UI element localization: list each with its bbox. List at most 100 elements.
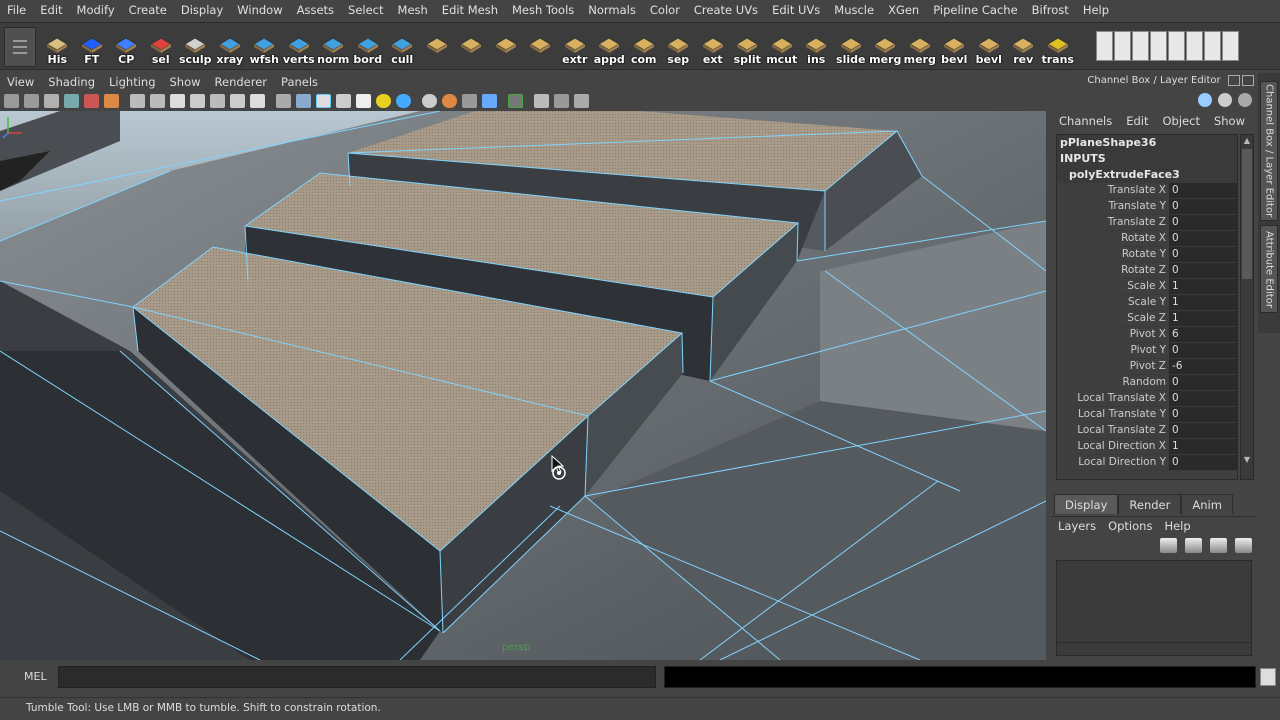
channel-label[interactable]: Pivot Z — [1057, 359, 1169, 374]
channel-value[interactable]: 1 — [1169, 279, 1237, 294]
channel-label[interactable]: Random — [1057, 375, 1169, 390]
shelf-tool-poly-sphere[interactable] — [489, 27, 524, 67]
channel-row-translate-y[interactable]: Translate Y0 — [1057, 199, 1237, 215]
channel-value[interactable]: 0 — [1169, 343, 1237, 358]
script-language-label[interactable]: MEL — [12, 663, 56, 691]
textured-icon[interactable] — [356, 94, 371, 108]
speed-icon[interactable] — [1218, 93, 1232, 107]
panel-menu-shading[interactable]: Shading — [41, 75, 102, 89]
camera-attributes-icon[interactable] — [24, 94, 39, 108]
shelf-tool-FT[interactable]: FT — [75, 27, 110, 67]
channel-menu-edit[interactable]: Edit — [1119, 114, 1155, 130]
lights-icon[interactable] — [376, 94, 391, 108]
2d-pan-zoom-icon[interactable] — [84, 94, 99, 108]
menu-edit[interactable]: Edit — [33, 3, 69, 17]
menu-modify[interactable]: Modify — [70, 3, 122, 17]
channel-row-rotate-x[interactable]: Rotate X0 — [1057, 231, 1237, 247]
shelf-tool-verts[interactable]: verts — [282, 27, 317, 67]
channel-label[interactable]: Rotate X — [1057, 231, 1169, 246]
hyper-icon[interactable] — [1238, 93, 1252, 107]
channel-row-local-translate-y[interactable]: Local Translate Y0 — [1057, 407, 1237, 423]
bookmarks-icon[interactable] — [44, 94, 59, 108]
channel-value[interactable]: 0 — [1169, 407, 1237, 422]
layer-list[interactable] — [1056, 560, 1252, 654]
shelf-tool-poly-cylinder[interactable] — [523, 27, 558, 67]
channel-label[interactable]: Local Translate X — [1057, 391, 1169, 406]
layout-stack-icon[interactable] — [1168, 31, 1185, 61]
panel-menu-renderer[interactable]: Renderer — [208, 75, 275, 89]
shelf-tool-sculp[interactable]: sculp — [178, 27, 213, 67]
channel-menu-show[interactable]: Show — [1207, 114, 1252, 130]
layout-outliner-icon[interactable] — [1150, 31, 1167, 61]
panel-menu-lighting[interactable]: Lighting — [102, 75, 162, 89]
shelf-tool-slide[interactable]: slide — [834, 27, 869, 67]
channel-label[interactable]: Pivot X — [1057, 327, 1169, 342]
shelf-tool-poly-plane[interactable] — [420, 27, 455, 67]
shelf-tool-merg[interactable]: merg — [868, 27, 903, 67]
close-window-icon[interactable] — [1242, 75, 1254, 86]
menu-pipeline-cache[interactable]: Pipeline Cache — [926, 3, 1024, 17]
safe-title-icon[interactable] — [250, 94, 265, 108]
menu-help[interactable]: Help — [1076, 3, 1116, 17]
panel-menu-panels[interactable]: Panels — [274, 75, 325, 89]
tab-render[interactable]: Render — [1118, 494, 1182, 514]
channel-label[interactable]: Rotate Z — [1057, 263, 1169, 278]
layout-two-icon[interactable] — [1132, 31, 1149, 61]
channel-label[interactable]: Rotate Y — [1057, 247, 1169, 262]
channel-value[interactable]: 0 — [1169, 215, 1237, 230]
layer-menu-options[interactable]: Options — [1102, 517, 1158, 534]
channel-label[interactable]: Pivot Y — [1057, 343, 1169, 358]
menu-mesh-tools[interactable]: Mesh Tools — [505, 3, 581, 17]
grid-icon[interactable] — [130, 94, 145, 108]
smooth-shade-icon[interactable] — [296, 94, 311, 108]
shelf-tool-bevl[interactable]: bevl — [937, 27, 972, 67]
layout-hypershade-icon[interactable] — [1204, 31, 1221, 61]
channel-row-local-translate-z[interactable]: Local Translate Z0 — [1057, 423, 1237, 439]
channel-label[interactable]: Local Direction Y — [1057, 455, 1169, 470]
channel-row-scale-x[interactable]: Scale X1 — [1057, 279, 1237, 295]
menu-assets[interactable]: Assets — [290, 3, 341, 17]
channel-label[interactable]: Local Translate Y — [1057, 407, 1169, 422]
channel-value[interactable]: 0 — [1169, 375, 1237, 390]
menu-color[interactable]: Color — [643, 3, 687, 17]
channel-label[interactable]: Local Translate Z — [1057, 423, 1169, 438]
channel-row-pivot-y[interactable]: Pivot Y0 — [1057, 343, 1237, 359]
layout-uv-icon[interactable] — [1222, 31, 1239, 61]
field-chart-icon[interactable] — [210, 94, 225, 108]
layer-hscrollbar[interactable] — [1056, 642, 1252, 656]
panel-menu-view[interactable]: View — [0, 75, 41, 89]
tab-channel-box[interactable]: Channel Box / Layer Editor — [1260, 81, 1278, 221]
xray-toggle-icon[interactable] — [534, 94, 549, 108]
input-node-name[interactable]: polyExtrudeFace3 — [1057, 167, 1237, 183]
channel-label[interactable]: Translate Z — [1057, 215, 1169, 230]
channel-row-rotate-z[interactable]: Rotate Z0 — [1057, 263, 1237, 279]
select-camera-icon[interactable] — [4, 94, 19, 108]
shelf-tool-bord[interactable]: bord — [351, 27, 386, 67]
anti-aliasing-icon[interactable] — [462, 94, 477, 108]
isolate-select-icon[interactable] — [508, 94, 523, 108]
shadows-icon[interactable] — [396, 94, 411, 108]
menu-xgen[interactable]: XGen — [881, 3, 926, 17]
menu-normals[interactable]: Normals — [581, 3, 643, 17]
shelf-tool-His[interactable]: His — [40, 27, 75, 67]
channel-value[interactable]: 0 — [1169, 247, 1237, 262]
shelf-tool-extr[interactable]: extr — [558, 27, 593, 67]
channel-label[interactable]: Scale Z — [1057, 311, 1169, 326]
wireframe-icon[interactable] — [276, 94, 291, 108]
manipulator-icon[interactable] — [1198, 93, 1212, 107]
shape-node-name[interactable]: pPlaneShape36 — [1057, 135, 1237, 151]
menu-create-uvs[interactable]: Create UVs — [687, 3, 765, 17]
tab-anim[interactable]: Anim — [1181, 494, 1233, 514]
default-material-icon[interactable] — [336, 94, 351, 108]
shelf-tool-poly-cube[interactable] — [454, 27, 489, 67]
xray-joints-icon[interactable] — [554, 94, 569, 108]
menu-window[interactable]: Window — [230, 3, 289, 17]
float-window-icon[interactable] — [1228, 75, 1240, 86]
screen-space-ao-icon[interactable] — [422, 94, 437, 108]
image-plane-icon[interactable] — [64, 94, 79, 108]
menu-file[interactable]: File — [0, 3, 33, 17]
menu-mesh[interactable]: Mesh — [391, 3, 435, 17]
shelf-tabs-button[interactable] — [4, 27, 36, 67]
shelf-tool-xray[interactable]: xray — [213, 27, 248, 67]
channel-row-translate-z[interactable]: Translate Z0 — [1057, 215, 1237, 231]
